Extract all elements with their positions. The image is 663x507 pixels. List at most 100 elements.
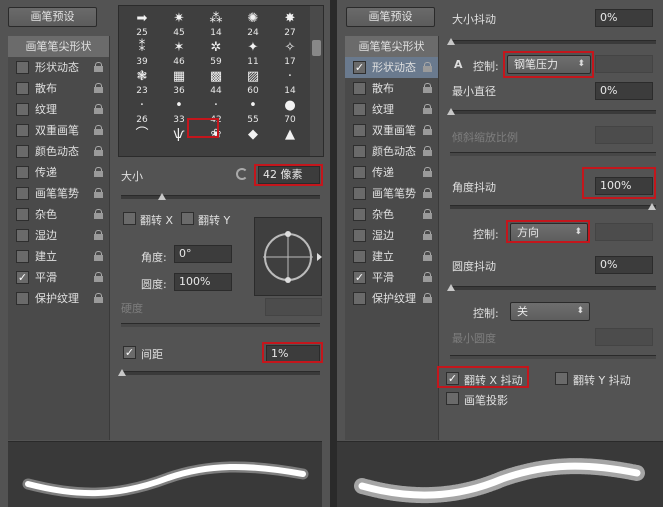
size-jitter-slider[interactable]	[447, 38, 656, 45]
item-checkbox[interactable]	[16, 145, 29, 158]
lock-icon[interactable]	[423, 293, 432, 303]
lock-icon[interactable]	[94, 209, 103, 219]
size-jitter-field[interactable]: 0%	[595, 9, 653, 27]
settings-list-item[interactable]: 双重画笔	[345, 120, 438, 141]
spacing-slider-knob[interactable]	[118, 369, 126, 376]
roundness-control-select[interactable]: 关 ⬍	[510, 302, 590, 321]
lock-icon[interactable]	[423, 188, 432, 198]
settings-list-item[interactable]: 传递	[345, 162, 438, 183]
lock-icon[interactable]	[423, 230, 432, 240]
lock-icon[interactable]	[94, 293, 103, 303]
settings-list-item[interactable]: 散布	[345, 78, 438, 99]
item-checkbox[interactable]	[353, 187, 366, 200]
lock-icon[interactable]	[423, 251, 432, 261]
settings-list-item[interactable]: 画笔笔势	[8, 183, 109, 204]
item-checkbox[interactable]	[353, 166, 366, 179]
size-slider[interactable]	[121, 193, 320, 200]
lock-icon[interactable]	[94, 251, 103, 261]
item-checkbox[interactable]	[353, 292, 366, 305]
item-checkbox[interactable]: ✓	[353, 61, 366, 74]
item-checkbox[interactable]	[353, 250, 366, 263]
settings-list-item[interactable]: 颜色动态	[345, 141, 438, 162]
item-checkbox[interactable]	[16, 250, 29, 263]
brush-projection-checkbox[interactable]	[446, 392, 459, 405]
settings-list-item[interactable]: 建立	[8, 246, 109, 267]
settings-list-item[interactable]: 保护纹理	[345, 288, 438, 309]
lock-icon[interactable]	[423, 83, 432, 93]
item-checkbox[interactable]	[16, 124, 29, 137]
settings-list-item[interactable]: 传递	[8, 162, 109, 183]
settings-list-item[interactable]: 建立	[345, 246, 438, 267]
roundness-jitter-field[interactable]: 0%	[595, 256, 653, 274]
item-checkbox[interactable]: ✓	[353, 271, 366, 284]
angle-dial-icon[interactable]	[255, 218, 323, 297]
settings-list-item[interactable]: 杂色	[345, 204, 438, 225]
brush-tip[interactable]: ⌒	[125, 126, 159, 163]
item-checkbox[interactable]	[16, 187, 29, 200]
brush-preset-button[interactable]: 画笔预设	[346, 7, 435, 27]
angle-jitter-knob[interactable]	[648, 203, 656, 210]
settings-list-item[interactable]: ✓ 平滑	[345, 267, 438, 288]
lock-icon[interactable]	[94, 62, 103, 72]
angle-roundness-preview[interactable]	[254, 217, 322, 296]
roundness-jitter-slider[interactable]	[447, 284, 656, 291]
settings-list-item[interactable]: ✓ 平滑	[8, 267, 109, 288]
spacing-slider[interactable]	[118, 369, 320, 376]
lock-icon[interactable]	[94, 188, 103, 198]
settings-list-item[interactable]: 保护纹理	[8, 288, 109, 309]
flip-y-jitter-checkbox[interactable]	[555, 372, 568, 385]
settings-list-item[interactable]: 湿边	[345, 225, 438, 246]
min-diameter-field[interactable]: 0%	[595, 82, 653, 100]
settings-list-item[interactable]: 杂色	[8, 204, 109, 225]
spacing-checkbox[interactable]: ✓	[123, 346, 136, 359]
roundness-jitter-knob[interactable]	[447, 284, 455, 291]
brush-tip[interactable]: ◆	[236, 126, 270, 163]
flip-x-checkbox[interactable]	[123, 212, 136, 225]
lock-icon[interactable]	[423, 209, 432, 219]
settings-list-item[interactable]: 纹理	[345, 99, 438, 120]
item-checkbox[interactable]	[353, 229, 366, 242]
lock-icon[interactable]	[94, 230, 103, 240]
angle-jitter-slider[interactable]	[450, 203, 656, 210]
scrollbar-thumb[interactable]	[312, 40, 321, 56]
settings-list-item[interactable]: 画笔笔势	[345, 183, 438, 204]
settings-list-item[interactable]: 形状动态	[8, 57, 109, 78]
reset-size-icon[interactable]	[236, 168, 248, 180]
settings-list-item[interactable]: ✓ 形状动态	[345, 57, 438, 78]
lock-icon[interactable]	[94, 167, 103, 177]
item-checkbox[interactable]	[16, 61, 29, 74]
lock-icon[interactable]	[94, 125, 103, 135]
item-checkbox[interactable]	[353, 145, 366, 158]
brush-preset-button[interactable]: 画笔预设	[8, 7, 97, 27]
min-diameter-slider[interactable]	[447, 108, 656, 115]
item-checkbox[interactable]	[16, 82, 29, 95]
item-checkbox[interactable]	[353, 103, 366, 116]
settings-list-item[interactable]: 颜色动态	[8, 141, 109, 162]
min-diameter-knob[interactable]	[447, 108, 455, 115]
settings-list-item[interactable]: 湿边	[8, 225, 109, 246]
lock-icon[interactable]	[423, 104, 432, 114]
item-checkbox[interactable]	[353, 82, 366, 95]
lock-icon[interactable]	[94, 83, 103, 93]
item-checkbox[interactable]	[16, 166, 29, 179]
roundness-field[interactable]: 100%	[174, 273, 232, 291]
lock-icon[interactable]	[423, 125, 432, 135]
tip-grid-scrollbar[interactable]	[310, 6, 323, 156]
lock-icon[interactable]	[423, 146, 432, 156]
item-checkbox[interactable]	[16, 292, 29, 305]
lock-icon[interactable]	[423, 272, 432, 282]
lock-icon[interactable]	[94, 104, 103, 114]
size-jitter-knob[interactable]	[447, 38, 455, 45]
item-checkbox[interactable]	[353, 124, 366, 137]
lock-icon[interactable]	[94, 146, 103, 156]
lock-icon[interactable]	[94, 272, 103, 282]
lock-icon[interactable]	[423, 167, 432, 177]
item-checkbox[interactable]	[16, 229, 29, 242]
brush-tip-shape-item[interactable]: 画笔笔尖形状	[8, 36, 109, 57]
angle-field[interactable]: 0°	[174, 245, 232, 263]
lock-icon[interactable]	[423, 62, 432, 72]
brush-tip[interactable]: ▲	[273, 126, 307, 163]
size-slider-knob[interactable]	[158, 193, 166, 200]
brush-tip-shape-item[interactable]: 画笔笔尖形状	[345, 36, 438, 57]
settings-list-item[interactable]: 散布	[8, 78, 109, 99]
